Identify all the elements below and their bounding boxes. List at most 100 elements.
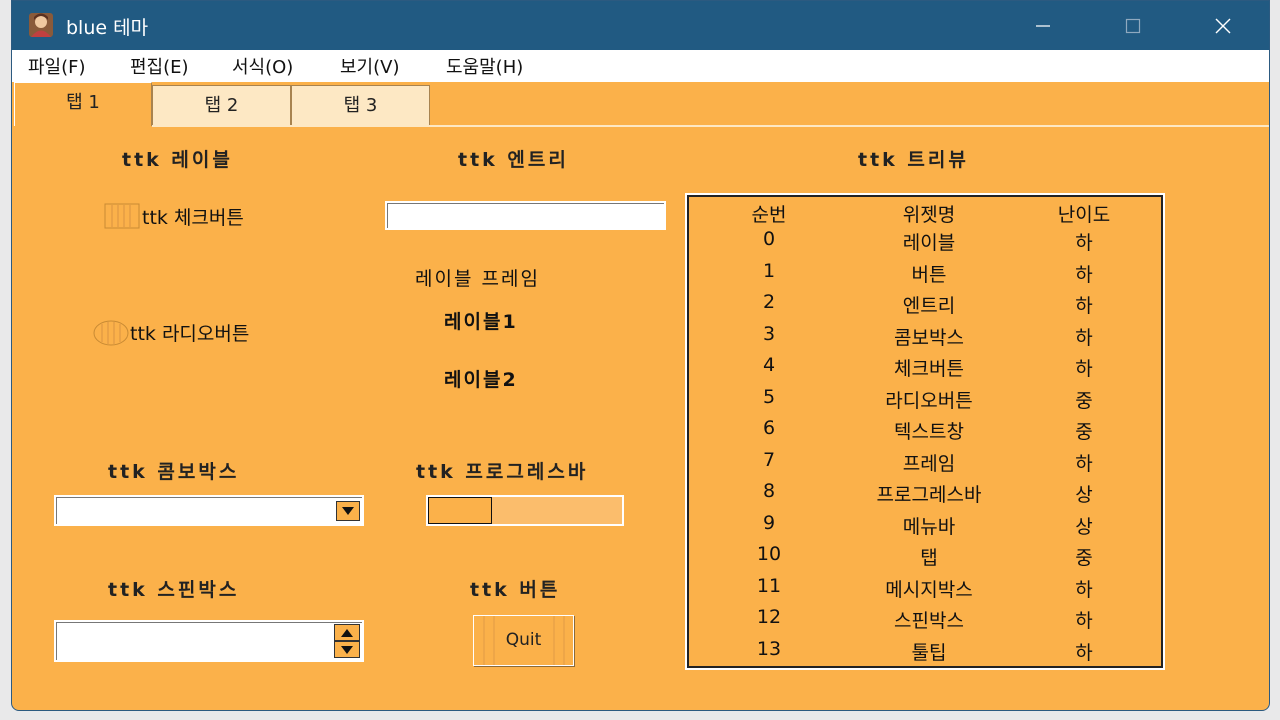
cell-widget-name: 버튼 <box>911 263 947 286</box>
labelframe-title: 레이블 프레임 <box>415 268 540 290</box>
cell-index: 6 <box>762 417 776 439</box>
tab-1[interactable]: 탭 1 <box>14 82 152 126</box>
table-row[interactable]: 4 체크버튼 하 <box>689 354 1161 385</box>
menu-view[interactable]: 보기(V) <box>340 53 399 79</box>
tab-bar: 탭 1 탭 2 탭 3 <box>12 82 1269 126</box>
table-row[interactable]: 11 메시지박스 하 <box>689 575 1161 606</box>
cell-widget-name: 레이블 <box>902 232 956 254</box>
column-header-difficulty[interactable]: 난이도 <box>1039 200 1129 227</box>
menu-bar: 파일(F) 편집(E) 서식(O) 보기(V) 도움말(H) <box>12 50 1269 82</box>
cell-difficulty: 중 <box>1075 547 1093 569</box>
cell-index: 0 <box>762 228 776 250</box>
cell-index: 1 <box>762 259 776 282</box>
cell-difficulty: 하 <box>1075 358 1093 380</box>
cell-difficulty: 상 <box>1075 484 1093 506</box>
tab-3[interactable]: 탭 3 <box>291 85 430 125</box>
table-row[interactable]: 8 프로그레스바 상 <box>689 480 1161 511</box>
menu-file[interactable]: 파일(F) <box>28 53 86 79</box>
cell-widget-name: 체크버튼 <box>894 358 964 380</box>
table-row[interactable]: 9 메뉴바 상 <box>689 512 1161 543</box>
spinbox-down-button[interactable] <box>334 641 360 658</box>
treeview[interactable]: 순번 위젯명 난이도 0 레이블 하 1 버튼 하 2 엔트리 하 3 콤보박스 하 4 체크버튼 하 5 라디… <box>687 195 1163 668</box>
cell-difficulty: 하 <box>1075 295 1093 317</box>
cell-index: 2 <box>762 291 776 313</box>
table-row[interactable]: 5 라디오버튼 중 <box>689 386 1161 417</box>
cell-difficulty: 하 <box>1075 326 1093 349</box>
cell-index: 5 <box>762 385 776 408</box>
cell-widget-name: 라디오버튼 <box>885 389 973 412</box>
menu-edit[interactable]: 편집(E) <box>130 53 189 79</box>
cell-widget-name: 프로그레스바 <box>876 484 982 506</box>
checkbutton-label: ttk 체크버튼 <box>142 207 244 229</box>
cell-difficulty: 상 <box>1075 515 1093 538</box>
combobox-heading: ttk 콤보박스 <box>108 461 240 483</box>
table-row[interactable]: 6 텍스트창 중 <box>689 417 1161 448</box>
cell-widget-name: 프레임 <box>902 452 956 475</box>
maximize-icon <box>1125 18 1141 33</box>
combobox-dropdown-button[interactable] <box>336 501 360 521</box>
cell-difficulty: 하 <box>1075 232 1093 254</box>
column-header-index[interactable]: 순번 <box>729 200 809 227</box>
cell-difficulty: 하 <box>1075 641 1093 664</box>
minimize-icon <box>1036 24 1050 27</box>
cell-index: 3 <box>762 322 776 345</box>
maximize-button[interactable] <box>1110 1 1156 50</box>
arrow-down-icon <box>341 645 353 654</box>
table-row[interactable]: 13 툴팁 하 <box>689 638 1161 669</box>
text-entry[interactable] <box>385 201 666 230</box>
spinbox-heading: ttk 스핀박스 <box>108 579 240 601</box>
close-button[interactable] <box>1200 1 1246 50</box>
cell-index: 13 <box>756 637 782 660</box>
minimize-button[interactable] <box>1020 1 1066 50</box>
radio-indicator-icon <box>93 320 129 346</box>
app-window: blue 테마 파일(F) 편집(E) 서식(O) 보기(V) 도움말(H) 탭… <box>11 0 1270 711</box>
cell-index: 9 <box>762 511 776 534</box>
cell-difficulty: 하 <box>1075 263 1093 286</box>
table-row[interactable]: 0 레이블 하 <box>689 228 1161 259</box>
progressbar-heading: ttk 프로그레스바 <box>416 461 589 483</box>
cell-widget-name: 콤보박스 <box>894 326 964 349</box>
arrow-up-icon <box>341 628 353 637</box>
cell-index: 7 <box>762 448 776 471</box>
table-row[interactable]: 1 버튼 하 <box>689 260 1161 291</box>
table-row[interactable]: 3 콤보박스 하 <box>689 323 1161 354</box>
cell-difficulty: 하 <box>1075 452 1093 475</box>
cell-widget-name: 엔트리 <box>902 295 956 317</box>
tab-divider <box>152 125 1269 127</box>
table-row[interactable]: 7 프레임 하 <box>689 449 1161 480</box>
chevron-down-icon <box>342 507 354 515</box>
table-row[interactable]: 12 스핀박스 하 <box>689 606 1161 637</box>
title-bar[interactable]: blue 테마 <box>12 1 1269 50</box>
cell-index: 4 <box>762 354 776 376</box>
progressbar-fill <box>428 497 493 524</box>
spinbox-up-button[interactable] <box>334 624 360 641</box>
cell-index: 12 <box>756 606 782 628</box>
cell-index: 10 <box>756 543 782 565</box>
table-row[interactable]: 2 엔트리 하 <box>689 291 1161 322</box>
checkbox-indicator-icon <box>104 203 140 229</box>
cell-difficulty: 하 <box>1075 578 1093 601</box>
cell-difficulty: 중 <box>1075 389 1093 412</box>
cell-index: 8 <box>762 480 776 502</box>
button-heading: ttk 버튼 <box>470 579 561 601</box>
spinbox[interactable] <box>54 620 364 662</box>
table-row[interactable]: 10 탭 중 <box>689 543 1161 574</box>
cell-widget-name: 스핀박스 <box>894 610 964 632</box>
window-title: blue 테마 <box>66 17 149 39</box>
checkbutton[interactable]: ttk 체크버튼 <box>104 203 284 231</box>
app-icon <box>29 13 53 37</box>
entry-heading: ttk 엔트리 <box>458 149 569 171</box>
cell-widget-name: 텍스트창 <box>894 421 964 443</box>
cell-difficulty: 중 <box>1075 421 1093 443</box>
menu-format[interactable]: 서식(O) <box>232 53 293 79</box>
cell-difficulty: 하 <box>1075 610 1093 632</box>
quit-button[interactable]: Quit <box>473 615 574 666</box>
combobox[interactable] <box>54 495 364 526</box>
column-header-widget[interactable]: 위젯명 <box>859 200 999 227</box>
radiobutton[interactable]: ttk 라디오버튼 <box>92 319 292 347</box>
menu-help[interactable]: 도움말(H) <box>446 53 523 79</box>
cell-index: 11 <box>756 574 782 597</box>
progressbar <box>426 495 624 526</box>
cell-widget-name: 툴팁 <box>911 641 947 664</box>
tab-2[interactable]: 탭 2 <box>152 85 291 125</box>
